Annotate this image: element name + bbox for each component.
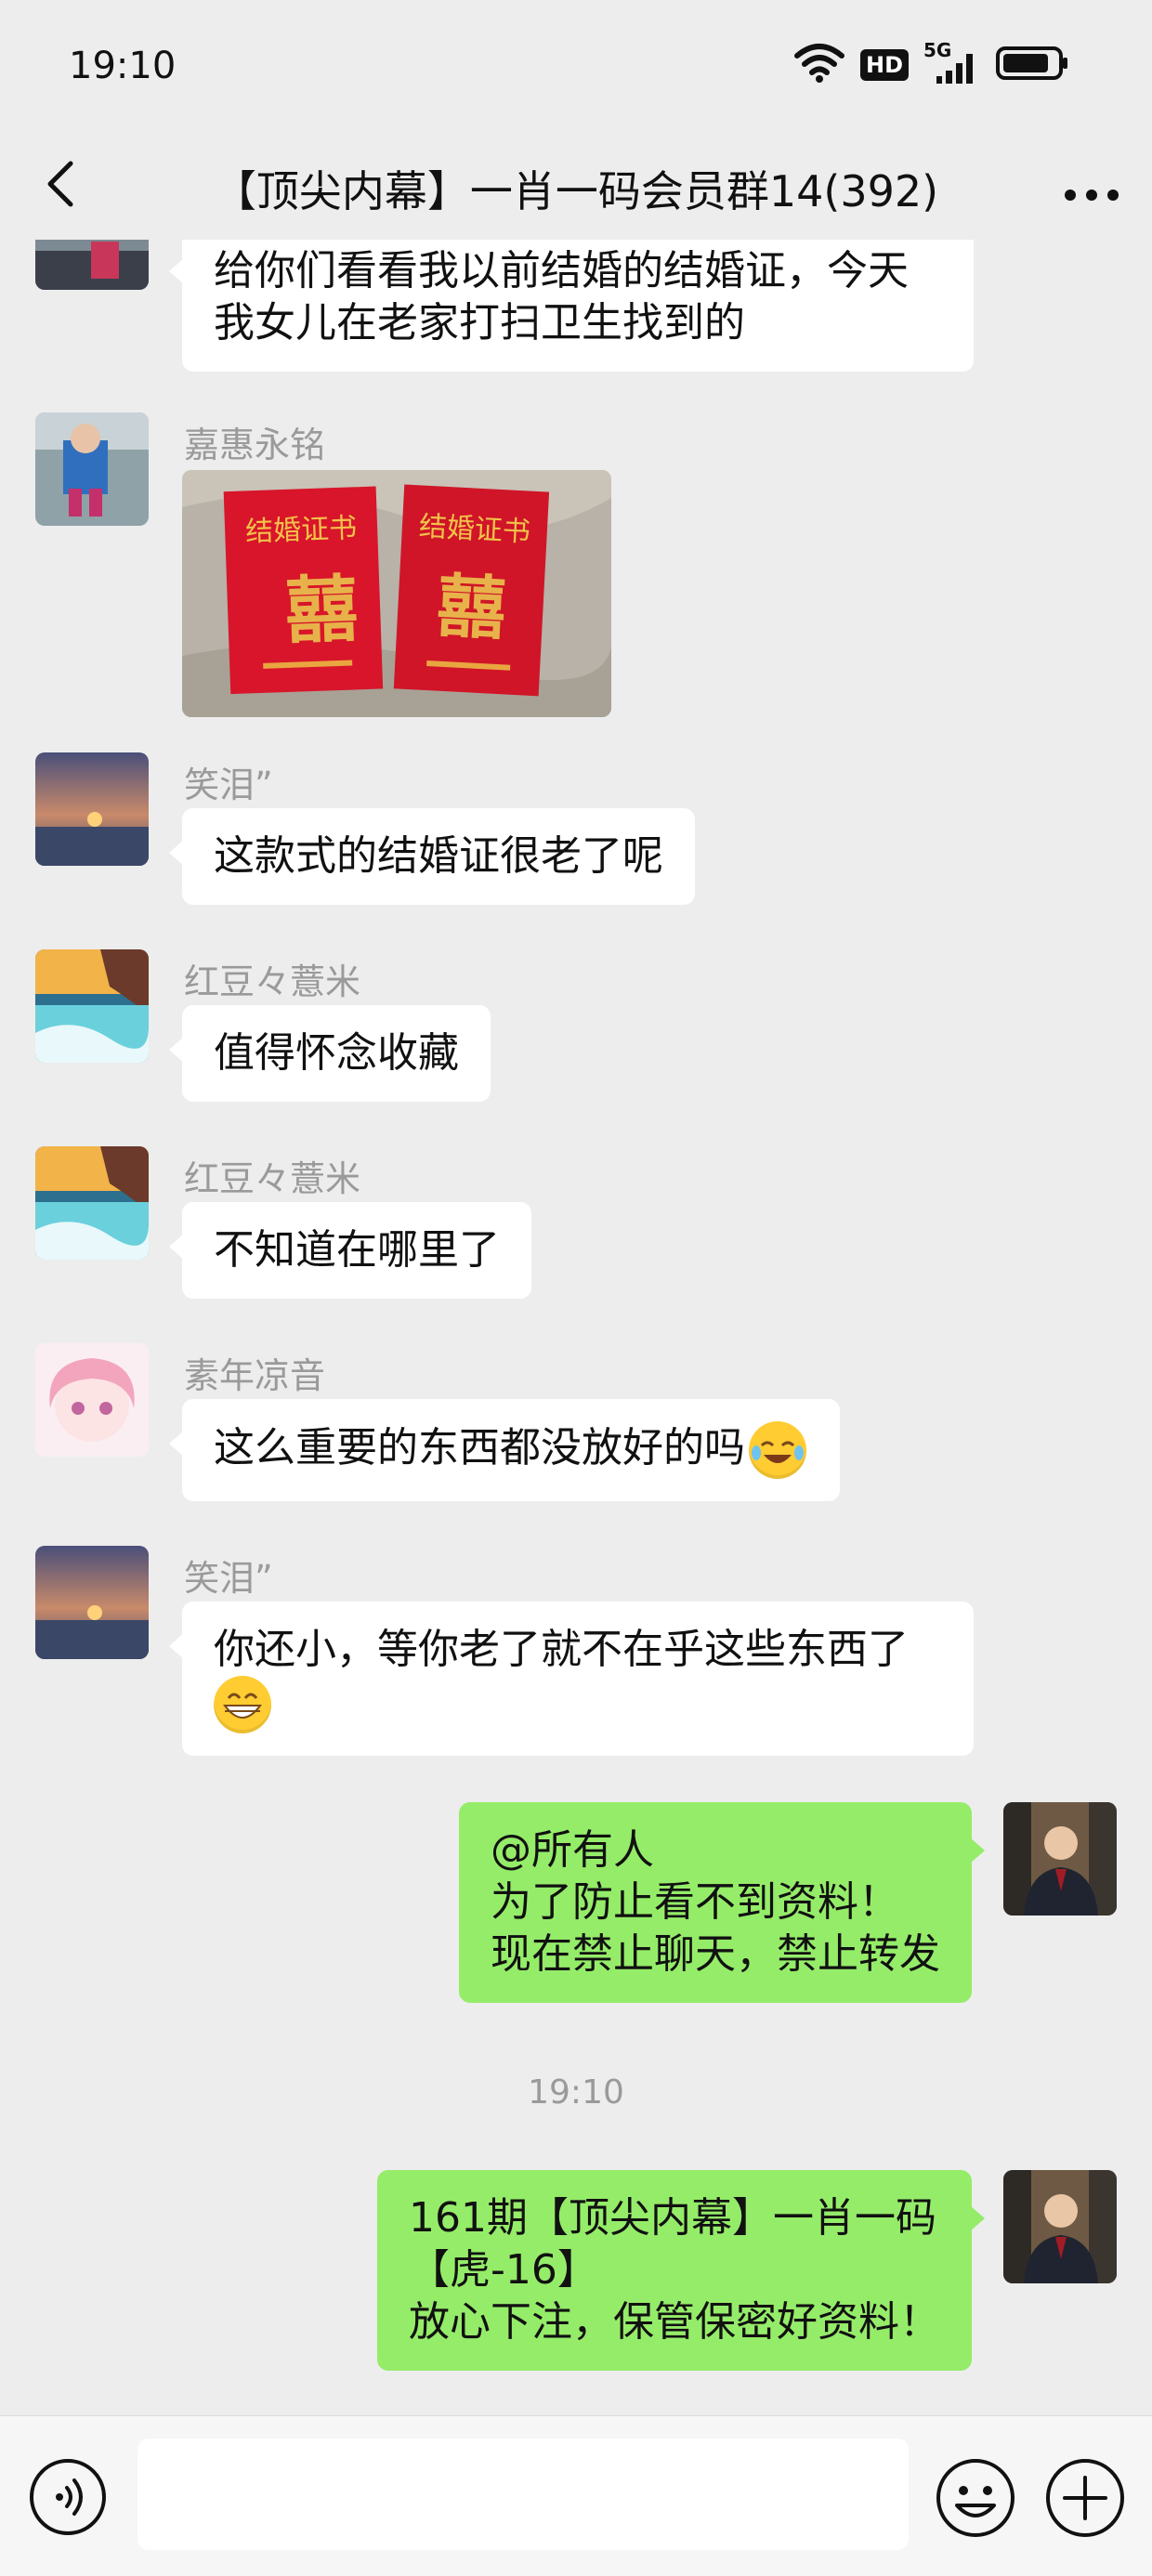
message-line bbox=[214, 1676, 942, 1733]
message-text: 我女儿在老家打扫卫生找到的 bbox=[214, 299, 745, 347]
status-bar: 19:10 HD 5G bbox=[0, 0, 1152, 139]
back-button[interactable] bbox=[33, 147, 89, 221]
certificate-title-right: 结婚证书 bbox=[418, 510, 531, 548]
more-dots-icon bbox=[1065, 190, 1119, 201]
chat-header: 【顶尖内幕】一肖一码会员群14(392) bbox=[0, 130, 1152, 240]
hd-badge: HD bbox=[859, 49, 909, 81]
sender-name: 红豆々薏米 bbox=[184, 1158, 361, 1199]
sender-name: 嘉惠永铭 bbox=[184, 425, 326, 465]
status-time: 19:10 bbox=[69, 45, 177, 87]
message-line: 这么重要的东西都没放好的吗 bbox=[214, 1421, 806, 1479]
message-input[interactable] bbox=[137, 2439, 909, 2550]
avatar[interactable] bbox=[35, 752, 149, 866]
message-text: 161期【顶尖内幕】一肖一码 bbox=[409, 2194, 936, 2242]
message-bubble[interactable]: 值得怀念收藏 bbox=[169, 1005, 491, 1102]
message-text: 这款式的结婚证很老了呢 bbox=[214, 832, 663, 880]
avatar[interactable] bbox=[35, 949, 149, 1063]
svg-text:囍: 囍 bbox=[284, 568, 360, 654]
my-message-bubble[interactable]: @所有人 为了防止看不到资料！ 现在禁止聊天，禁止转发 bbox=[459, 1802, 985, 2003]
my-avatar[interactable] bbox=[1003, 2170, 1117, 2283]
battery-icon bbox=[996, 45, 1070, 85]
crying-laughing-emoji-icon bbox=[749, 1421, 806, 1479]
message-text: 你还小，等你老了就不在乎这些东西了 bbox=[214, 1626, 909, 1673]
message-text: 放心下注，保管保密好资料！ bbox=[409, 2298, 940, 2346]
message-text: 现在禁止聊天，禁止转发 bbox=[491, 1930, 940, 1978]
avatar[interactable] bbox=[35, 412, 149, 526]
message-text: 值得怀念收藏 bbox=[214, 1029, 459, 1077]
message-text: 【虎-16】 bbox=[409, 2246, 598, 2294]
sender-name: 素年凉音 bbox=[184, 1355, 326, 1396]
message-bubble[interactable]: 不知道在哪里了 bbox=[169, 1202, 531, 1299]
chat-messages[interactable]: 给你们看看我以前结婚的结婚证，今天 我女儿在老家打扫卫生找到的 嘉惠永铭 结婚证… bbox=[0, 240, 1152, 2415]
my-avatar[interactable] bbox=[1003, 1802, 1117, 1916]
grinning-emoji-icon bbox=[214, 1676, 271, 1733]
certificate-title-left: 结婚证书 bbox=[245, 512, 358, 548]
smiley-icon bbox=[936, 2459, 1015, 2537]
signal-icon: 5G bbox=[923, 39, 981, 87]
avatar[interactable] bbox=[35, 1146, 149, 1260]
input-bar bbox=[0, 2415, 1152, 2576]
sender-name: 笑泪” bbox=[184, 1558, 273, 1599]
status-icons: HD 5G bbox=[793, 39, 1070, 89]
message-text: 这么重要的东西都没放好的吗 bbox=[214, 1424, 745, 1471]
wifi-icon bbox=[793, 43, 845, 87]
chevron-left-icon bbox=[47, 161, 73, 207]
chat-title: 【顶尖内幕】一肖一码会员群14(392) bbox=[213, 166, 939, 216]
message-bubble[interactable]: 你还小，等你老了就不在乎这些东西了 bbox=[169, 1602, 974, 1756]
sender-name: 笑泪” bbox=[184, 765, 273, 805]
message-bubble[interactable]: 给你们看看我以前结婚的结婚证，今天 我女儿在老家打扫卫生找到的 bbox=[169, 240, 974, 372]
more-functions-button[interactable] bbox=[1044, 2457, 1126, 2539]
message-bubble[interactable]: 这款式的结婚证很老了呢 bbox=[169, 808, 695, 905]
message-bubble[interactable]: 这么重要的东西都没放好的吗 bbox=[169, 1399, 840, 1501]
message-text: 给你们看看我以前结婚的结婚证，今天 bbox=[214, 247, 909, 294]
avatar[interactable] bbox=[35, 240, 149, 290]
more-options-button[interactable] bbox=[1059, 154, 1124, 219]
voice-input-button[interactable] bbox=[28, 2457, 108, 2537]
message-text: @所有人 bbox=[491, 1826, 654, 1874]
sender-name: 红豆々薏米 bbox=[184, 961, 361, 1002]
avatar[interactable] bbox=[35, 1343, 149, 1457]
avatar[interactable] bbox=[35, 1546, 149, 1659]
message-text: 为了防止看不到资料！ bbox=[491, 1878, 899, 1926]
message-timestamp: 19:10 bbox=[528, 2073, 624, 2112]
emoji-button[interactable] bbox=[935, 2457, 1016, 2539]
message-text: 不知道在哪里了 bbox=[214, 1226, 500, 1274]
image-message[interactable]: 结婚证书 囍 结婚证书 囍 bbox=[182, 470, 611, 717]
voice-icon bbox=[30, 2459, 106, 2535]
my-message-bubble[interactable]: 161期【顶尖内幕】一肖一码 【虎-16】 放心下注，保管保密好资料！ bbox=[377, 2170, 985, 2371]
svg-text:囍: 囍 bbox=[435, 567, 507, 650]
plus-circle-icon bbox=[1046, 2459, 1124, 2537]
